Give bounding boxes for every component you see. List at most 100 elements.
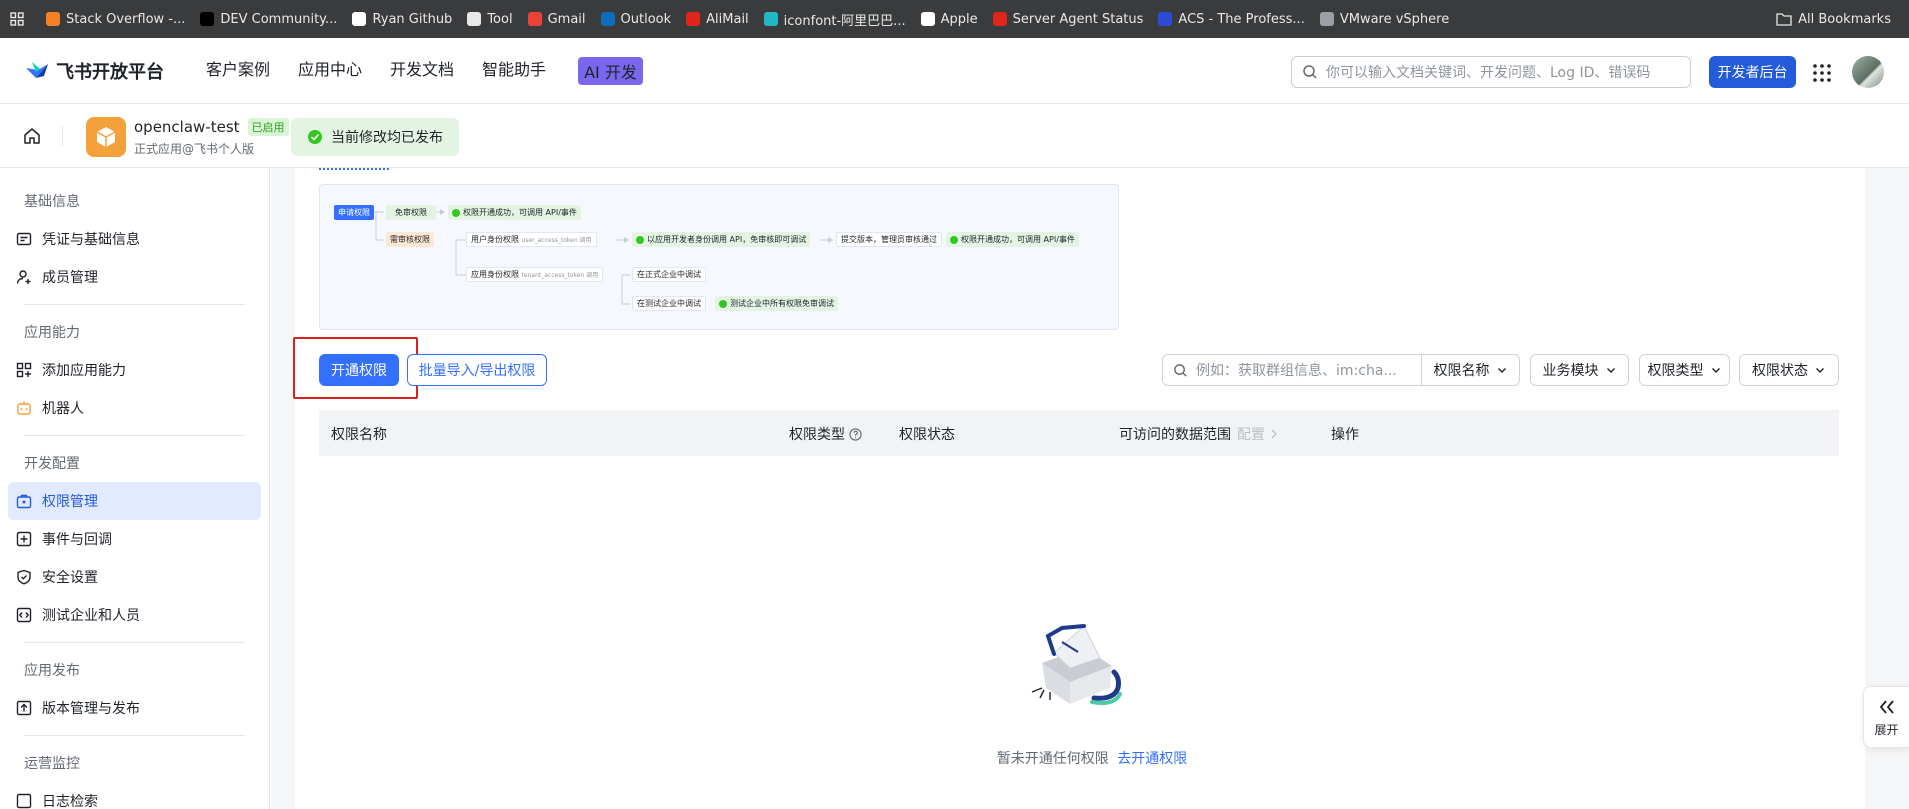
col-data-scope-label: 可访问的数据范围 [1119, 427, 1231, 443]
bookmark-item[interactable]: Server Agent Status [992, 12, 1143, 27]
sidebar-section-release: 应用发布 [24, 663, 80, 679]
filter-label: 权限名称 [1433, 363, 1490, 379]
flow-free-result: 权限开通成功，可调用 API/事件 [448, 205, 581, 220]
nav-customer-cases[interactable]: 客户案例 [206, 56, 270, 85]
expand-panel-button[interactable]: 展开 [1863, 686, 1909, 748]
id-card-icon [16, 232, 32, 246]
sidebar-item-add-capability[interactable]: 添加应用能力 [8, 351, 261, 389]
chevron-down-icon [1606, 368, 1615, 373]
bookmark-item[interactable]: Outlook [600, 11, 672, 27]
table-header: 权限名称 权限类型 权限状态 可访问的数据范围 配置 操作 [319, 410, 1839, 456]
apps-grid-icon[interactable] [10, 12, 24, 26]
enable-permission-button[interactable]: 开通权限 [319, 354, 399, 386]
help-icon[interactable] [849, 427, 862, 441]
nav-dev-docs[interactable]: 开发文档 [390, 56, 454, 85]
filter-permission-type[interactable]: 权限类型 [1639, 354, 1730, 386]
all-bookmarks-label: All Bookmarks [1798, 11, 1891, 27]
app-launcher-icon[interactable] [1812, 63, 1832, 83]
bookmark-favicon-icon [46, 12, 60, 26]
filter-label: 业务模块 [1542, 363, 1599, 379]
bookmark-item[interactable]: Gmail [527, 12, 586, 27]
bookmark-item[interactable]: Apple [920, 11, 978, 27]
folder-icon [1776, 13, 1792, 26]
developer-console-button[interactable]: 开发者后台 [1709, 56, 1796, 88]
bookmarks-bar: Stack Overflow -... DEV Community... Ryan … [0, 0, 1909, 38]
bookmark-favicon-icon [763, 12, 778, 26]
col-actions: 操作 [1331, 427, 1359, 443]
filter-permission-name[interactable]: 权限名称 [1421, 354, 1520, 386]
all-bookmarks[interactable]: All Bookmarks [1776, 0, 1891, 38]
sidebar-item-label: 权限管理 [42, 494, 98, 510]
flow-test-debug: 在测试企业中调试 [632, 296, 706, 311]
flow-tenant-token: 应用身份权限 tenant_access_token 调用 [466, 267, 604, 282]
sidebar-item-versions[interactable]: 版本管理与发布 [8, 689, 261, 727]
check-circle-icon [950, 235, 958, 244]
app-name: openclaw-test [134, 118, 240, 136]
bookmark-item[interactable]: Ryan Github [352, 12, 452, 27]
flow-prod-debug: 在正式企业中调试 [632, 267, 706, 282]
permission-search-input[interactable]: 例如：获取群组信息、im:cha... [1162, 354, 1422, 386]
sidebar-item-logs[interactable]: 日志检索 [8, 782, 261, 809]
main-content: 申请权限 免审权限 权限开通成功，可调用 API/事件 需审核权限 用户身份权限… [271, 168, 1909, 809]
sidebar-item-credentials[interactable]: 凭证与基础信息 [8, 220, 261, 258]
sidebar-item-label: 测试企业和人员 [42, 608, 140, 624]
bookmark-favicon-icon [352, 12, 367, 26]
bookmark-favicon-icon [527, 12, 542, 26]
upload-box-icon [16, 700, 32, 716]
bookmark-item[interactable]: Tool [467, 12, 513, 27]
chevron-down-icon [1497, 368, 1506, 373]
chevron-right-icon [1271, 429, 1277, 439]
bookmark-favicon-icon [992, 12, 1007, 26]
bookmark-favicon-icon [686, 12, 701, 26]
flow-submit: 提交版本，管理员审核通过 [836, 232, 942, 247]
app-icon [86, 117, 126, 157]
bookmark-favicon-icon [600, 12, 615, 26]
sidebar-item-test-enterprise[interactable]: 测试企业和人员 [8, 596, 261, 634]
sidebar-item-permissions[interactable]: 权限管理 [8, 482, 261, 520]
sidebar-item-security[interactable]: 安全设置 [8, 558, 261, 596]
bookmark-item[interactable]: Stack Overflow -... [46, 12, 185, 27]
app-subtitle: 正式应用@飞书个人版 [134, 142, 255, 156]
avatar[interactable] [1852, 56, 1884, 88]
robot-icon [17, 401, 31, 415]
sidebar: 基础信息 凭证与基础信息 成员管理 应用能力 添加应用能力 机器人 开发配置 权… [0, 168, 270, 809]
publish-notice-text: 当前修改均已发布 [331, 130, 443, 146]
bookmark-label: Ryan Github [372, 11, 453, 27]
sidebar-section-dev-config: 开发配置 [24, 456, 80, 472]
check-circle-icon [719, 299, 727, 308]
bookmark-item[interactable]: VMware vSphere [1319, 11, 1450, 27]
sidebar-item-bot[interactable]: 机器人 [8, 389, 261, 427]
doc-search-input[interactable]: 你可以输入文档关键词、开发问题、Log ID、错误码 [1291, 56, 1691, 88]
home-icon[interactable] [22, 126, 42, 146]
sidebar-item-label: 安全设置 [42, 570, 98, 586]
filter-business-module[interactable]: 业务模块 [1530, 354, 1629, 386]
batch-import-export-button[interactable]: 批量导入/导出权限 [407, 354, 547, 386]
sidebar-item-events[interactable]: 事件与回调 [8, 520, 261, 558]
check-circle-icon [636, 235, 644, 244]
flow-final-result: 权限开通成功，可调用 API/事件 [946, 232, 1079, 247]
bookmark-label: VMware vSphere [1339, 11, 1450, 27]
flow-final-result-text: 权限开通成功，可调用 API/事件 [961, 235, 1075, 244]
divider [24, 735, 245, 736]
search-icon [1303, 65, 1317, 79]
permission-flow-diagram: 申请权限 免审权限 权限开通成功，可调用 API/事件 需审核权限 用户身份权限… [319, 184, 1119, 330]
divider [62, 126, 63, 146]
nav-ai-assistant[interactable]: 智能助手 AI 开发 [482, 56, 671, 85]
sidebar-item-members[interactable]: 成员管理 [8, 258, 261, 296]
collapsed-link[interactable] [319, 160, 395, 174]
log-search-icon [16, 793, 32, 809]
expand-label: 展开 [1874, 722, 1899, 737]
bookmark-item[interactable]: AliMail [686, 12, 749, 27]
feishu-logo[interactable]: 飞书开放平台 [24, 58, 164, 84]
go-enable-permission-link[interactable]: 去开通权限 [1117, 751, 1187, 767]
bookmark-item[interactable]: DEV Community... [200, 12, 337, 27]
bookmark-item[interactable]: ACS - The Profess... [1158, 12, 1305, 27]
sidebar-item-label: 版本管理与发布 [42, 701, 140, 717]
bookmark-item[interactable]: iconfont-阿里巴巴... [763, 10, 906, 29]
bookmark-label: Outlook [620, 11, 672, 27]
filter-permission-status[interactable]: 权限状态 [1739, 354, 1839, 386]
shield-icon [17, 569, 31, 585]
bookmark-label: Apple [940, 11, 978, 27]
divider [24, 304, 245, 305]
nav-app-center[interactable]: 应用中心 [298, 56, 362, 85]
